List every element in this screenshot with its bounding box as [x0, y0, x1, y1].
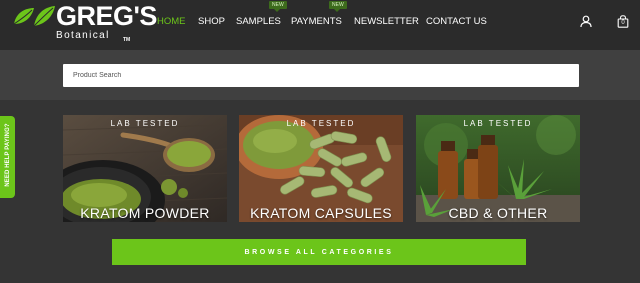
card-tag: LAB TESTED: [286, 119, 356, 128]
card-title: KRATOM CAPSULES: [250, 205, 392, 221]
card-title: KRATOM POWDER: [80, 205, 210, 221]
card-title: CBD & OTHER: [448, 205, 548, 221]
site-header: GREG'S Botanical TM HOME SHOP NEW SAMPLE…: [0, 0, 640, 50]
nav-newsletter[interactable]: NEWSLETTER: [354, 16, 419, 28]
card-tag: LAB TESTED: [463, 119, 533, 128]
cart-count: 0: [621, 20, 625, 26]
product-search-input[interactable]: [63, 64, 579, 87]
search-box: [63, 64, 579, 87]
nav-samples[interactable]: NEW SAMPLES: [236, 1, 287, 28]
logo-subtitle: Botanical: [56, 30, 110, 41]
category-card-kratom-capsules[interactable]: LAB TESTED KRATOM CAPSULES: [239, 115, 403, 222]
category-card-kratom-powder[interactable]: LAB TESTED KRATOM POWDER: [63, 115, 227, 222]
new-badge: NEW: [269, 1, 287, 12]
nav-samples-label: SAMPLES: [236, 16, 281, 27]
need-help-paying-tab[interactable]: NEED HELP PAYING?: [0, 116, 15, 198]
card-tag: LAB TESTED: [110, 119, 180, 128]
leaf-icon: [13, 6, 55, 27]
nav-home[interactable]: HOME: [157, 16, 186, 28]
browse-all-categories-button[interactable]: BROWSE ALL CATEGORIES: [112, 239, 526, 265]
category-card-cbd-other[interactable]: LAB TESTED CBD & OTHER: [416, 115, 580, 222]
new-badge: NEW: [329, 1, 347, 12]
nav-contact-us[interactable]: CONTACT US: [426, 16, 487, 28]
cart-button[interactable]: 0: [617, 15, 629, 28]
logo-title: GREG'S: [56, 1, 157, 31]
side-tab-label: NEED HELP PAYING?: [5, 123, 11, 187]
trademark: TM: [123, 37, 131, 43]
search-section: [0, 50, 640, 100]
logo[interactable]: GREG'S Botanical TM: [12, 1, 157, 46]
nav-payments[interactable]: NEW PAYMENTS: [291, 1, 347, 28]
nav-payments-label: PAYMENTS: [291, 16, 342, 27]
nav-shop[interactable]: SHOP: [198, 16, 225, 28]
user-icon[interactable]: [580, 15, 592, 28]
